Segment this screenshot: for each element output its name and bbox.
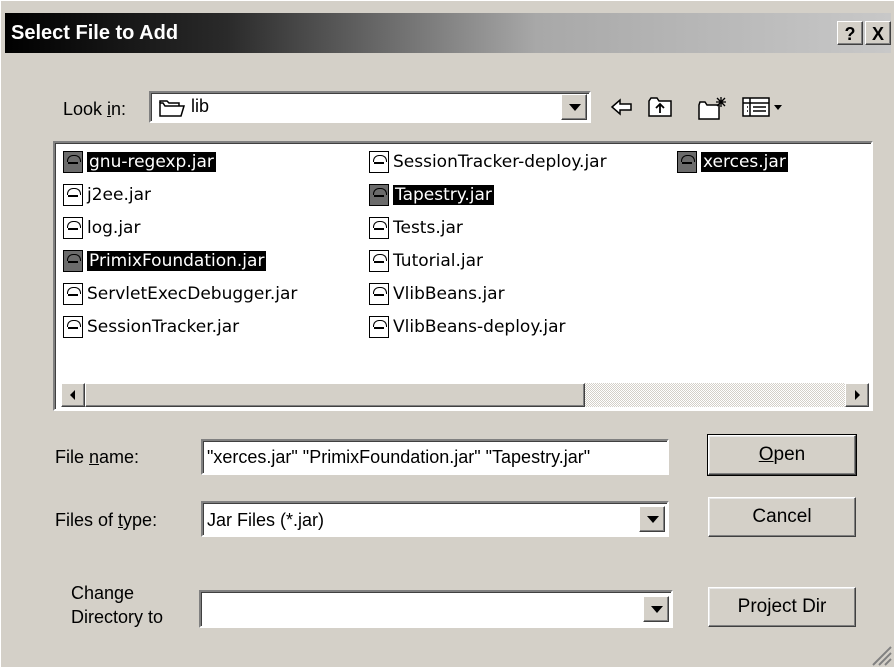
change-directory-combobox[interactable] xyxy=(199,590,673,628)
files-of-type-value: Jar Files (*.jar) xyxy=(207,510,325,530)
files-of-type-label: Files of type: xyxy=(55,510,158,530)
file-name-value: "xerces.jar" "PrimixFoundation.jar" "Tap… xyxy=(207,447,591,467)
folder-icon xyxy=(159,99,186,122)
file-list-item[interactable]: SessionTracker-deploy.jar xyxy=(369,149,607,175)
file-name-text: VlibBeans.jar xyxy=(393,284,505,304)
jar-file-icon xyxy=(63,217,83,239)
title-bar: Select File to Add ? X xyxy=(5,13,891,53)
project-dir-button[interactable]: Project Dir xyxy=(708,587,856,627)
file-name-text: Tests.jar xyxy=(393,218,463,238)
file-list-item[interactable]: xerces.jar xyxy=(677,149,788,175)
scroll-right-button[interactable] xyxy=(845,383,869,407)
file-name-label: File name: xyxy=(55,447,140,467)
look-in-value: lib xyxy=(191,96,210,116)
file-name-text: log.jar xyxy=(87,218,141,238)
file-name-text: VlibBeans-deploy.jar xyxy=(393,317,566,337)
jar-file-icon xyxy=(677,151,697,173)
file-list-item[interactable]: gnu-regexp.jar xyxy=(63,149,216,175)
look-in-label: Look in: xyxy=(63,99,127,119)
scroll-left-button[interactable] xyxy=(61,383,85,407)
chevron-down-icon xyxy=(647,516,659,523)
resize-grip-icon[interactable] xyxy=(867,641,893,672)
file-list-item[interactable]: log.jar xyxy=(63,215,140,241)
help-button[interactable]: ? xyxy=(837,21,863,45)
jar-file-icon xyxy=(369,217,389,239)
file-list-item[interactable]: Tutorial.jar xyxy=(369,248,483,274)
select-file-dialog: Select File to Add ? X Look in: lib gnu-… xyxy=(0,0,894,667)
file-list-item[interactable]: j2ee.jar xyxy=(63,182,151,208)
jar-file-icon xyxy=(63,151,83,173)
jar-file-icon xyxy=(369,283,389,305)
jar-file-icon xyxy=(63,316,83,338)
file-list-item[interactable]: PrimixFoundation.jar xyxy=(63,248,267,274)
file-list-item[interactable]: VlibBeans-deploy.jar xyxy=(369,314,566,340)
file-list-item[interactable]: VlibBeans.jar xyxy=(369,281,505,307)
file-name-text: SessionTracker.jar xyxy=(87,317,240,337)
file-name-text: SessionTracker-deploy.jar xyxy=(393,152,607,172)
change-directory-dropdown-button[interactable] xyxy=(643,596,669,622)
horizontal-scrollbar[interactable] xyxy=(61,383,869,409)
close-button[interactable]: X xyxy=(865,21,891,45)
look-in-dropdown-button[interactable] xyxy=(561,94,587,120)
file-list-item[interactable]: Tests.jar xyxy=(369,215,463,241)
jar-file-icon xyxy=(369,316,389,338)
file-list[interactable]: gnu-regexp.jar j2ee.jar log.jar PrimixFound… xyxy=(53,141,873,411)
look-in-combobox[interactable]: lib xyxy=(149,91,591,123)
file-name-text: j2ee.jar xyxy=(87,185,151,205)
up-folder-icon[interactable] xyxy=(647,95,675,119)
file-name-text: Tapestry.jar xyxy=(393,185,494,205)
files-of-type-combobox[interactable]: Jar Files (*.jar) xyxy=(201,501,669,537)
jar-file-icon xyxy=(63,184,83,206)
view-menu-icon[interactable] xyxy=(741,95,789,119)
scroll-thumb[interactable] xyxy=(85,383,585,407)
file-name-text: gnu-regexp.jar xyxy=(87,152,216,172)
file-name-input[interactable]: "xerces.jar" "PrimixFoundation.jar" "Tap… xyxy=(201,439,669,475)
jar-file-icon xyxy=(369,151,389,173)
file-list-item[interactable]: SessionTracker.jar xyxy=(63,314,239,340)
new-folder-icon[interactable] xyxy=(697,95,726,120)
chevron-down-icon xyxy=(569,104,581,111)
jar-file-icon xyxy=(369,250,389,272)
file-name-text: PrimixFoundation.jar xyxy=(87,251,267,271)
back-arrow-icon[interactable] xyxy=(609,95,637,119)
change-directory-label: Change Directory to xyxy=(71,583,164,627)
jar-file-icon xyxy=(63,283,83,305)
chevron-down-icon xyxy=(651,606,663,613)
file-name-text: ServletExecDebugger.jar xyxy=(87,284,298,304)
file-list-item[interactable]: ServletExecDebugger.jar xyxy=(63,281,297,307)
dialog-title: Select File to Add xyxy=(11,22,179,44)
file-list-item[interactable]: Tapestry.jar xyxy=(369,182,494,208)
open-button[interactable]: Open xyxy=(707,434,857,476)
files-of-type-dropdown-button[interactable] xyxy=(639,506,665,532)
jar-file-icon xyxy=(369,184,389,206)
file-name-text: Tutorial.jar xyxy=(393,251,484,271)
file-name-text: xerces.jar xyxy=(701,152,788,172)
cancel-button[interactable]: Cancel xyxy=(708,497,856,537)
jar-file-icon xyxy=(63,250,83,272)
